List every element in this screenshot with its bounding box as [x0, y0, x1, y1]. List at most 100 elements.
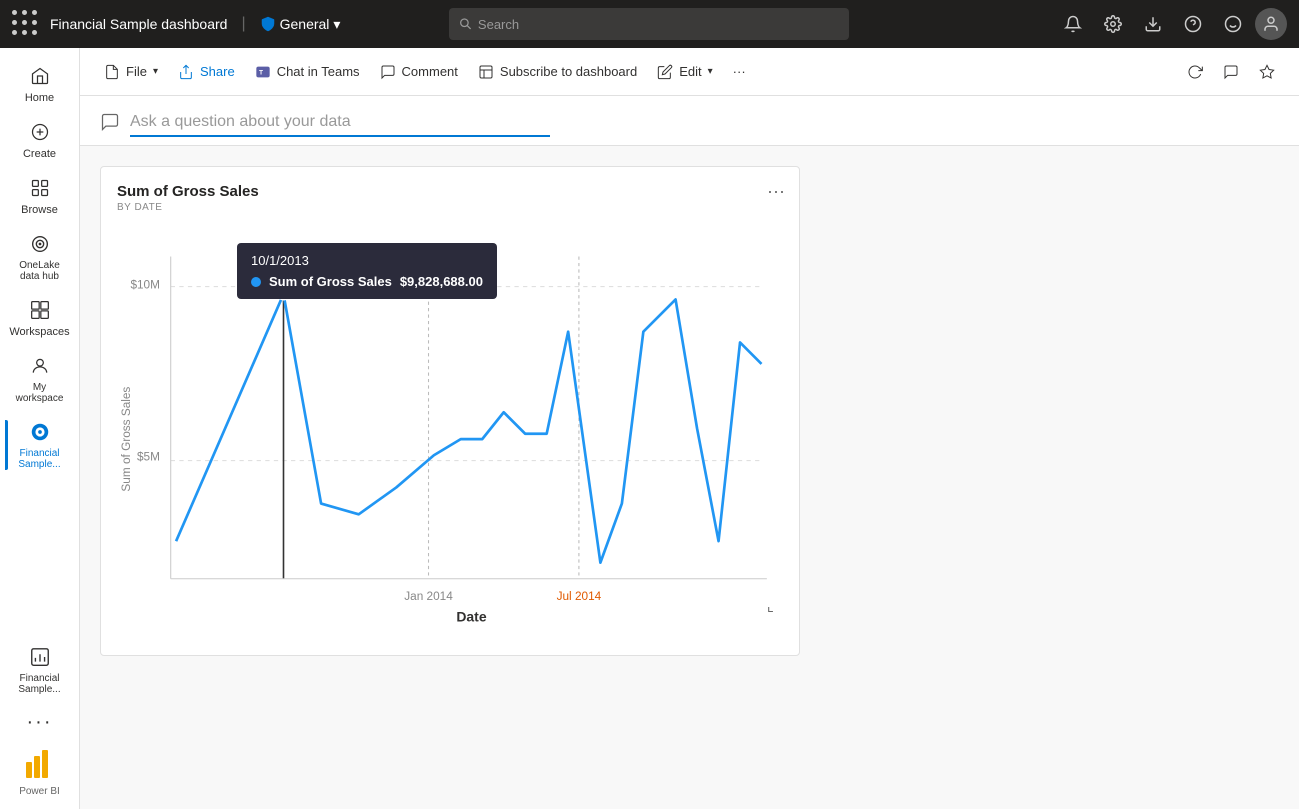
sidebar-item-home-label: Home: [25, 92, 54, 104]
question-icon: [1184, 15, 1202, 33]
action-toolbar: File ▾ Share T Chat in Teams: [80, 48, 1299, 96]
sidebar-more[interactable]: ···: [5, 703, 75, 742]
avatar-icon: [1262, 15, 1280, 33]
file-button[interactable]: File ▾: [96, 58, 166, 86]
more-options-button[interactable]: ···: [725, 58, 754, 85]
sidebar-item-onelake[interactable]: OneLake data hub: [5, 224, 75, 290]
home-icon: [28, 64, 52, 88]
main-layout: Home Create Browse: [0, 48, 1299, 809]
subscribe-icon: [478, 64, 494, 80]
browse-icon: [28, 176, 52, 200]
download-button[interactable]: [1135, 6, 1171, 42]
sidebar-item-financial-report[interactable]: Financial Sample...: [5, 637, 75, 703]
sidebar-item-myworkspace[interactable]: My workspace: [5, 346, 75, 412]
myworkspace-icon: [28, 354, 52, 378]
svg-text:Jan 2014: Jan 2014: [404, 589, 453, 603]
comment-label: Comment: [402, 64, 458, 79]
financial-report-icon: [28, 645, 52, 669]
chat-label: Chat in Teams: [277, 64, 360, 79]
workspaces-icon: [28, 298, 52, 322]
edit-button[interactable]: Edit ▾: [649, 58, 720, 86]
download-icon: [1144, 15, 1162, 33]
svg-text:Date: Date: [456, 609, 486, 623]
sidebar-item-workspaces-label: Workspaces: [9, 326, 69, 338]
toolbar-chat-icon: [1223, 64, 1239, 80]
svg-text:$10M: $10M: [130, 278, 160, 292]
workspace-dropdown-icon: ▾: [333, 16, 340, 33]
help-button[interactable]: [1175, 6, 1211, 42]
qa-icon: [100, 112, 120, 137]
teams-icon: T: [255, 64, 271, 80]
powerbi-label: Power BI: [19, 786, 60, 797]
search-input[interactable]: [478, 17, 839, 32]
user-avatar[interactable]: [1255, 8, 1287, 40]
topbar-icons: [1055, 6, 1287, 42]
smiley-icon: [1224, 15, 1242, 33]
share-label: Share: [200, 64, 235, 79]
content-area: File ▾ Share T Chat in Teams: [80, 48, 1299, 809]
powerbi-logo: [24, 748, 56, 780]
file-dropdown-icon: ▾: [153, 66, 158, 77]
share-icon: [178, 64, 194, 80]
notification-button[interactable]: [1055, 6, 1091, 42]
star-icon: [1259, 64, 1275, 80]
sidebar-item-create-label: Create: [23, 148, 56, 160]
chart-svg: $10M $5M Sum of Gross Sales: [117, 223, 783, 623]
svg-text:⌞: ⌞: [767, 598, 774, 615]
toolbar-chat-button[interactable]: [1215, 56, 1247, 88]
sidebar-item-onelake-label: OneLake data hub: [9, 260, 71, 282]
search-bar[interactable]: [449, 8, 849, 40]
svg-text:Sum of Gross Sales: Sum of Gross Sales: [119, 387, 133, 492]
chart-subtitle: BY DATE: [117, 202, 783, 213]
chat-in-teams-button[interactable]: T Chat in Teams: [247, 58, 368, 86]
chart-container: 10/1/2013 Sum of Gross Sales $9,828,688.…: [117, 223, 783, 623]
bell-icon: [1064, 15, 1082, 33]
chart-tile: Sum of Gross Sales BY DATE ··· 10/1/2013…: [100, 166, 800, 656]
sidebar-item-workspaces[interactable]: Workspaces: [5, 290, 75, 346]
sidebar-item-create[interactable]: Create: [5, 112, 75, 168]
comment-button[interactable]: Comment: [372, 58, 466, 86]
gear-icon: [1104, 15, 1122, 33]
data-point-selected[interactable]: [278, 289, 289, 300]
refresh-icon: [1187, 64, 1203, 80]
edit-dropdown-icon: ▾: [708, 66, 713, 77]
favorite-button[interactable]: [1251, 56, 1283, 88]
edit-label: Edit: [679, 64, 701, 79]
financial-active-icon: [28, 420, 52, 444]
file-icon: [104, 64, 120, 80]
sidebar-item-myworkspace-label: My workspace: [9, 382, 71, 404]
qa-bar: [80, 96, 1299, 146]
file-label: File: [126, 64, 147, 79]
svg-text:$5M: $5M: [137, 450, 160, 464]
subscribe-button[interactable]: Subscribe to dashboard: [470, 58, 645, 86]
sidebar-item-financial-label: Financial Sample...: [9, 448, 71, 470]
onelake-icon: [28, 232, 52, 256]
sidebar-item-financial[interactable]: Financial Sample...: [5, 412, 75, 478]
more-options-icon: ···: [733, 64, 746, 79]
feedback-button[interactable]: [1215, 6, 1251, 42]
search-icon: [459, 17, 472, 31]
refresh-button[interactable]: [1179, 56, 1211, 88]
subscribe-label: Subscribe to dashboard: [500, 64, 637, 79]
toolbar-right: [1179, 56, 1283, 88]
share-button[interactable]: Share: [170, 58, 243, 86]
app-grid-button[interactable]: [12, 10, 40, 38]
edit-icon: [657, 64, 673, 80]
sidebar: Home Create Browse: [0, 48, 80, 809]
sidebar-item-browse-label: Browse: [21, 204, 58, 216]
workspace-selector[interactable]: General ▾: [260, 16, 341, 33]
topbar: Financial Sample dashboard | General ▾: [0, 0, 1299, 48]
sidebar-item-home[interactable]: Home: [5, 56, 75, 112]
shield-icon: [260, 16, 276, 32]
powerbi-logo-container: [22, 746, 58, 782]
comment-icon: [380, 64, 396, 80]
svg-text:T: T: [259, 69, 263, 76]
qa-input[interactable]: [130, 113, 550, 137]
chart-more-button[interactable]: ···: [767, 181, 785, 202]
app-title: Financial Sample dashboard: [50, 16, 227, 32]
title-divider: |: [241, 15, 245, 33]
settings-button[interactable]: [1095, 6, 1131, 42]
dashboard-area: Sum of Gross Sales BY DATE ··· 10/1/2013…: [80, 146, 1299, 809]
more-icon: ···: [27, 711, 53, 734]
sidebar-item-browse[interactable]: Browse: [5, 168, 75, 224]
